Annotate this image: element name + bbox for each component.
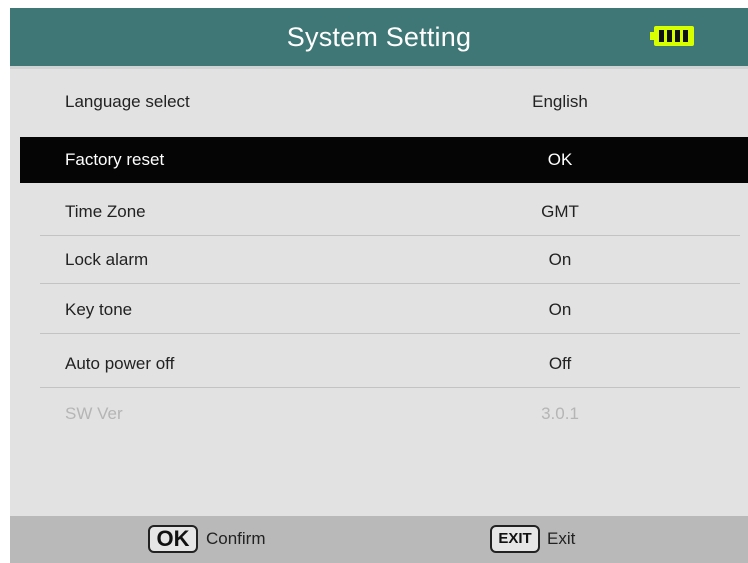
setting-value: English [532, 92, 588, 111]
page-title: System Setting [286, 22, 472, 52]
setting-value: OK [547, 150, 573, 169]
setting-value: On [548, 250, 572, 269]
setting-label: Time Zone [65, 202, 146, 221]
settings-list: Language select English Factory reset OK… [10, 66, 748, 519]
setting-label: Factory reset [65, 150, 165, 169]
setting-value: Off [548, 354, 572, 373]
ok-key-icon[interactable]: OK [148, 525, 198, 553]
footer-bar: OK Confirm EXIT Exit [10, 516, 748, 563]
setting-row-auto-power-off[interactable]: Auto power off Off [40, 341, 740, 388]
confirm-label: Confirm [206, 529, 266, 548]
header-bar: System Setting [10, 8, 748, 66]
setting-row-time-zone[interactable]: Time Zone GMT [40, 189, 740, 236]
setting-row-sw-ver: SW Ver 3.0.1 [40, 391, 740, 437]
setting-row-language[interactable]: Language select English [40, 79, 740, 125]
setting-row-factory-reset[interactable]: Factory reset OK [20, 137, 748, 183]
setting-value: GMT [541, 202, 579, 221]
setting-label: SW Ver [65, 404, 123, 423]
exit-label: Exit [547, 529, 576, 548]
setting-label: Lock alarm [65, 250, 149, 269]
system-setting-screen: System Setting Language select English F… [10, 8, 748, 563]
battery-full-icon [650, 26, 694, 46]
exit-key-icon[interactable]: EXIT [490, 525, 540, 553]
setting-label: Language select [65, 92, 190, 111]
setting-label: Auto power off [65, 354, 175, 373]
setting-value: 3.0.1 [541, 404, 579, 423]
setting-value: On [548, 300, 572, 319]
setting-row-lock-alarm[interactable]: Lock alarm On [40, 237, 740, 284]
setting-label: Key tone [65, 300, 133, 319]
setting-row-key-tone[interactable]: Key tone On [40, 287, 740, 334]
